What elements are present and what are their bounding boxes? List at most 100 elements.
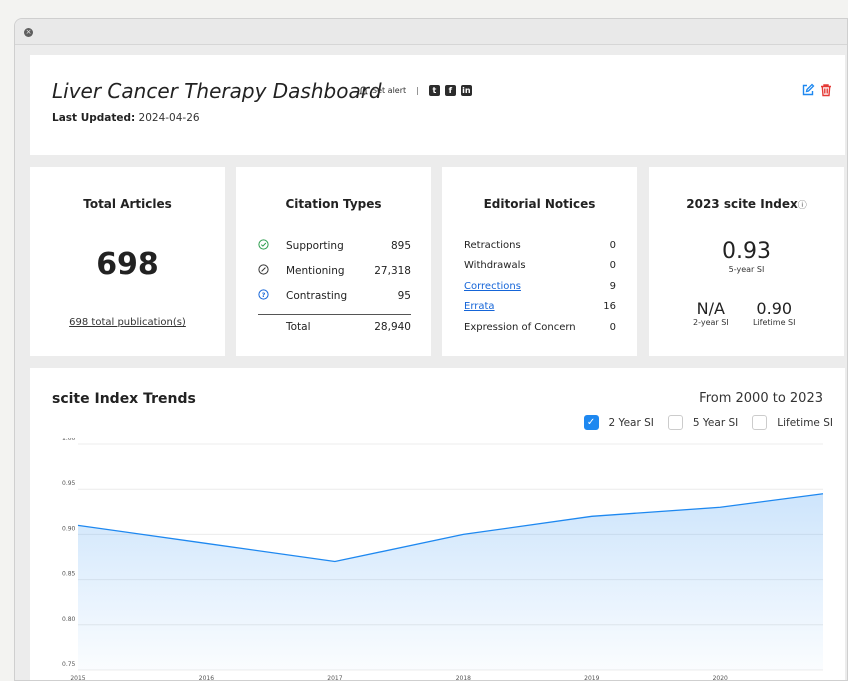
editorial-row-errata: Errata 16 [464, 297, 616, 318]
facebook-icon[interactable]: f [444, 85, 456, 96]
svg-text:?: ? [262, 291, 266, 299]
editorial-value: 16 [603, 301, 616, 313]
citation-label: Supporting [286, 239, 344, 252]
x-tick-label: 2018 [456, 675, 471, 681]
info-icon[interactable]: ⓘ [798, 201, 807, 211]
x-tick-label: 2016 [199, 675, 214, 681]
citation-total-row: Total 28,940 [258, 314, 411, 333]
x-tick-label: 2019 [584, 675, 599, 681]
toggle-2-year-si[interactable]: ✓ 2 Year SI [583, 415, 654, 430]
set-alert-link[interactable]: Set alert [372, 86, 406, 95]
y-tick-label: 0.75 [62, 661, 76, 668]
toggle-label: Lifetime SI [777, 416, 833, 429]
series-area [78, 493, 823, 670]
two-year-si-caption: 2-year SI [693, 318, 729, 327]
title-bar: × [15, 19, 847, 45]
bell-icon[interactable] [359, 86, 368, 96]
two-year-si: N/A 2-year SI [693, 299, 729, 327]
editorial-row-expression-of-concern: Expression of Concern 0 [464, 317, 616, 338]
last-updated-label: Last Updated: [52, 112, 136, 124]
two-year-si-value: N/A [696, 299, 725, 318]
citation-value: 895 [390, 239, 411, 252]
total-publications-link[interactable]: 698 total publication(s) [30, 317, 225, 328]
five-year-si: 0.93 5-year SI [649, 239, 844, 274]
citation-total-label: Total [286, 321, 311, 333]
dashboard-header: Liver Cancer Therapy Dashboard Set alert… [30, 55, 845, 155]
five-year-si-caption: 5-year SI [728, 265, 765, 274]
citation-value: 27,318 [374, 264, 411, 277]
mention-circle-icon [258, 263, 286, 278]
x-tick-label: 2020 [713, 675, 728, 681]
check-circle-icon [258, 238, 286, 253]
scite-index-title: 2023 scite Indexⓘ [649, 197, 844, 211]
editorial-notices-title: Editorial Notices [483, 197, 596, 211]
toggle-label: 5 Year SI [692, 416, 739, 429]
five-year-si-value: 0.93 [722, 239, 771, 264]
trend-chart: 1.00 0.95 0.90 0.85 0.80 0.75 2015 2016 2017 2018… [62, 438, 824, 681]
editorial-value: 9 [609, 280, 616, 292]
total-articles-count: 698 [96, 247, 159, 282]
editorial-table: Retractions 0 Withdrawals 0 Corrections … [464, 235, 616, 338]
citation-label: Mentioning [286, 264, 345, 277]
separator: | [416, 86, 419, 95]
scite-index-title-text: 2023 scite Index [686, 197, 798, 211]
citation-value: 95 [397, 289, 411, 302]
alert-bar: Set alert | t f in [359, 85, 472, 96]
lifetime-si: 0.90 Lifetime SI [753, 299, 795, 327]
twitter-icon[interactable]: t [428, 85, 440, 96]
question-circle-icon: ? [258, 288, 286, 303]
scite-index-trends-card: scite Index Trends From 2000 to 2023 ✓ 2… [30, 368, 845, 681]
editorial-value: 0 [609, 321, 616, 333]
citation-row-supporting: Supporting 895 [258, 233, 411, 258]
toggle-label: 2 Year SI [608, 416, 654, 429]
toggle-lifetime-si[interactable]: Lifetime SI [752, 415, 833, 430]
editorial-value: 0 [609, 260, 616, 272]
checkbox-unchecked-icon[interactable] [667, 415, 683, 430]
close-icon[interactable]: × [24, 28, 33, 37]
citation-total-value: 28,940 [374, 321, 411, 333]
edit-icon[interactable] [801, 83, 815, 97]
editorial-notices-card: Editorial Notices Retractions 0 Withdraw… [442, 167, 637, 356]
y-tick-label: 0.85 [62, 571, 76, 578]
errata-link[interactable]: Errata [464, 301, 603, 312]
editorial-value: 0 [609, 239, 616, 251]
x-tick-label: 2017 [327, 675, 342, 681]
citation-types-title: Citation Types [285, 197, 382, 211]
citation-types-card: Citation Types Supporting 895 Mentioning… [236, 167, 431, 356]
editorial-row-corrections: Corrections 9 [464, 276, 616, 297]
checkbox-checked-icon[interactable]: ✓ [583, 415, 599, 430]
x-tick-label: 2015 [70, 675, 85, 681]
last-updated-value: 2024-04-26 [138, 112, 200, 124]
editorial-label: Withdrawals [464, 260, 526, 272]
y-tick-label: 1.00 [62, 438, 76, 442]
y-tick-label: 0.95 [62, 480, 76, 487]
total-articles-card: Total Articles 698 698 total publication… [30, 167, 225, 356]
trends-range: From 2000 to 2023 [699, 391, 823, 406]
citation-table: Supporting 895 Mentioning 27,318 ? Contr… [258, 233, 411, 333]
citation-row-mentioning: Mentioning 27,318 [258, 258, 411, 283]
y-tick-label: 0.90 [62, 525, 76, 532]
corrections-link[interactable]: Corrections [464, 281, 610, 292]
header-actions [801, 83, 833, 97]
delete-icon[interactable] [819, 83, 833, 97]
y-tick-label: 0.80 [62, 616, 76, 623]
toggle-5-year-si[interactable]: 5 Year SI [667, 415, 739, 430]
editorial-label: Retractions [464, 239, 521, 251]
last-updated: Last Updated: 2024-04-26 [52, 112, 200, 124]
trends-title: scite Index Trends [52, 391, 196, 407]
lifetime-si-caption: Lifetime SI [753, 318, 796, 327]
scite-index-card: 2023 scite Indexⓘ 0.93 5-year SI N/A 2-y… [649, 167, 844, 356]
series-toggles: ✓ 2 Year SI 5 Year SI Lifetime SI [570, 415, 833, 430]
app-window: × Liver Cancer Therapy Dashboard Set ale… [14, 18, 848, 681]
linkedin-icon[interactable]: in [460, 85, 472, 96]
checkbox-unchecked-icon[interactable] [752, 415, 768, 430]
social-links: t f in [428, 85, 472, 96]
page-title: Liver Cancer Therapy Dashboard [52, 79, 382, 103]
total-articles-title: Total Articles [83, 197, 172, 211]
lifetime-si-value: 0.90 [756, 299, 793, 318]
citation-row-contrasting: ? Contrasting 95 [258, 283, 411, 308]
citation-label: Contrasting [286, 289, 348, 302]
editorial-row-retractions: Retractions 0 [464, 235, 616, 256]
editorial-label: Expression of Concern [464, 321, 576, 333]
editorial-row-withdrawals: Withdrawals 0 [464, 256, 616, 277]
